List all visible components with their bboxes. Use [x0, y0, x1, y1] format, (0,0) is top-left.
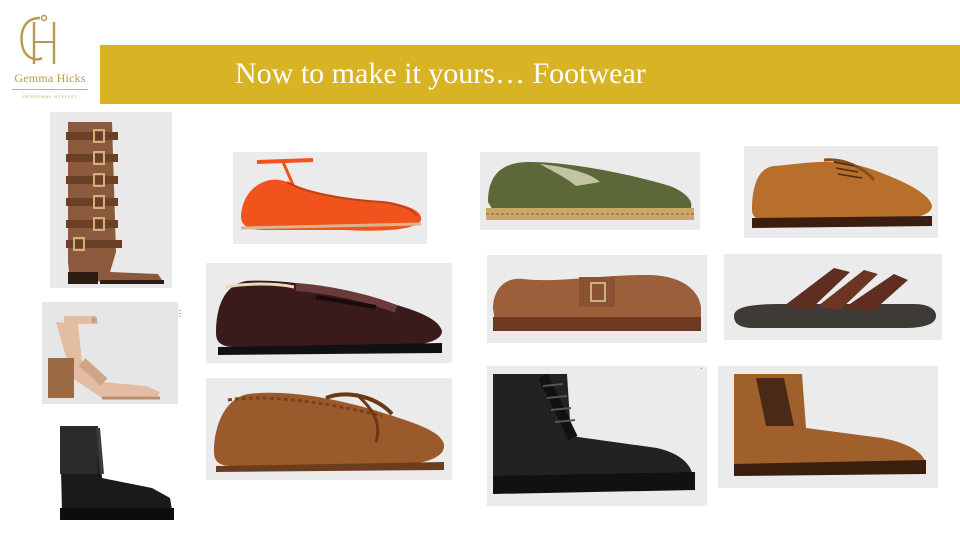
product-orange-ballet-flat: [233, 152, 427, 244]
black-lace-up-boot-icon: [493, 373, 695, 494]
product-black-lace-up-boot: [487, 366, 707, 506]
more-options-icon[interactable]: ·: [700, 364, 703, 373]
suede-chelsea-boot-icon: [734, 374, 926, 476]
suede-buckle-clog-icon: [493, 275, 701, 331]
logo-divider: [12, 89, 88, 90]
green-espadrille-icon: [486, 162, 694, 220]
product-tan-derby-shoe: [744, 146, 938, 238]
title-banner: Now to make it yours… Footwear: [100, 45, 960, 104]
tan-derby-shoe-icon: [752, 158, 932, 228]
product-green-espadrille: [480, 152, 700, 230]
nude-block-heel-sandal-icon: [48, 316, 160, 400]
brand-tagline: PERSONAL STYLIST: [22, 94, 78, 99]
product-suede-buckle-clog: [487, 255, 707, 343]
more-options-icon[interactable]: ⋮: [176, 309, 184, 318]
product-black-chelsea-boot: [54, 418, 180, 526]
product-suede-boat-shoe: [206, 378, 452, 480]
orange-ballet-flat-icon: [240, 158, 422, 231]
product-burgundy-patent-loafer: [206, 263, 452, 363]
product-brown-cross-strap-slide: [724, 254, 942, 340]
product-nude-block-heel-sandal: [42, 302, 178, 404]
burgundy-patent-loafer-icon: [216, 280, 442, 355]
brand-name: Gemma Hicks: [14, 71, 86, 85]
black-chelsea-boot-icon: [60, 426, 174, 520]
monogram-logo-icon: [20, 14, 56, 64]
brand-logo: Gemma Hicks PERSONAL STYLIST: [0, 8, 100, 108]
product-tall-buckle-boot: [50, 112, 172, 288]
suede-boat-shoe-icon: [214, 392, 445, 472]
tall-buckle-boot-icon: [66, 122, 164, 284]
brown-cross-strap-slide-icon: [734, 268, 936, 328]
page-title: Now to make it yours… Footwear: [235, 57, 646, 90]
product-suede-chelsea-boot: [718, 366, 938, 488]
